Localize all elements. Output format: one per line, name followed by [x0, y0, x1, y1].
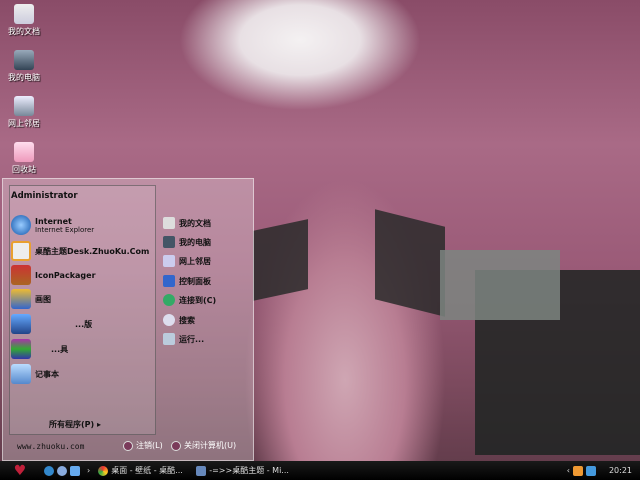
shutdown-label: 关闭计算机(U)	[184, 441, 237, 450]
start-button[interactable]: ♥	[0, 462, 40, 479]
task-button-browser[interactable]: 桌面 - 壁纸 - 桌酷...	[94, 463, 192, 478]
menu-item-media[interactable]: ...版	[11, 314, 92, 334]
item-title: ...版	[75, 319, 93, 329]
document-icon	[196, 465, 207, 476]
system-tray: ‹ 20:21	[563, 463, 640, 478]
desktop-icon-recycle-bin[interactable]: 回收站	[2, 142, 46, 175]
arrow-right-icon: ▸	[96, 420, 101, 429]
network-icon	[14, 96, 34, 116]
menu-item-winrar[interactable]: ...具	[11, 339, 68, 359]
tray-network-icon[interactable]	[585, 465, 596, 476]
logoff-label: 注销(L)	[136, 441, 163, 450]
desktop-icon-label: 网上邻居	[8, 119, 40, 128]
all-programs-label: 所有程序(P)	[49, 420, 95, 429]
internet-explorer-icon[interactable]	[44, 465, 54, 476]
item-label: 网上邻居	[179, 256, 211, 266]
menu-item-iconpackager[interactable]: IconPackager	[11, 265, 96, 285]
menu-item-network[interactable]: 网上邻居	[163, 255, 211, 267]
item-label: 我的文档	[179, 218, 211, 228]
task-button-word[interactable]: -=>>桌酷主题 - Mi...	[192, 463, 302, 478]
tray-user-icon[interactable]	[572, 465, 583, 476]
site-url: www.zhuoku.com	[17, 442, 85, 451]
bridge-rail	[375, 209, 445, 317]
item-title: ...具	[51, 344, 69, 354]
shutdown-button[interactable]: 关闭计算机(U)	[171, 440, 236, 451]
item-title: 桌酷主题Desk.ZhuoKu.Com	[35, 246, 150, 256]
show-desktop-icon[interactable]	[70, 465, 80, 476]
clock[interactable]: 20:21	[609, 466, 632, 475]
chrome-icon	[98, 465, 109, 476]
power-icon	[171, 440, 181, 451]
folder-icon	[14, 4, 34, 24]
chevron-left-icon[interactable]: ‹	[567, 466, 570, 475]
computer-icon	[14, 50, 34, 70]
taskbar: ♥ › 桌面 - 壁纸 - 桌酷... -=>>桌酷主题 - Mi... ‹ 2…	[0, 461, 640, 480]
logoff-button[interactable]: 注销(L)	[123, 440, 163, 451]
bridge-pillar	[440, 250, 560, 320]
desktop-icon-label: 我的电脑	[8, 73, 40, 82]
desktop-icon-label: 回收站	[12, 165, 36, 174]
item-label: 运行...	[179, 334, 205, 344]
item-label: 连接到(C)	[179, 295, 217, 305]
internet-explorer-icon	[11, 215, 31, 235]
iconpackager-icon	[11, 265, 31, 285]
paint-icon	[11, 289, 31, 309]
heart-start-icon: ♥	[13, 462, 27, 479]
task-label: 桌面 - 壁纸 - 桌酷...	[111, 466, 183, 475]
menu-item-my-computer[interactable]: 我的电脑	[163, 236, 211, 248]
item-title: 记事本	[35, 369, 59, 379]
recycle-bin-icon	[14, 142, 34, 162]
start-menu: Administrator Internet Internet Explorer …	[2, 178, 254, 461]
notepad-icon	[11, 364, 31, 384]
globe-icon	[163, 294, 175, 306]
zhuoku-icon	[11, 241, 31, 261]
menu-item-paint[interactable]: 画图	[11, 289, 51, 309]
search-icon	[163, 314, 175, 326]
desktop-icon-my-computer[interactable]: 我的电脑	[2, 50, 46, 83]
media-player-icon	[11, 314, 31, 334]
desktop-icon-my-documents[interactable]: 我的文档	[2, 4, 46, 37]
desktop-icon-label: 我的文档	[8, 27, 40, 36]
item-title: IconPackager	[35, 270, 96, 280]
user-name: Administrator	[11, 191, 78, 201]
all-programs-button[interactable]: 所有程序(P) ▸	[49, 419, 101, 430]
network-icon	[163, 255, 175, 267]
menu-item-connect-to[interactable]: 连接到(C)	[163, 294, 216, 306]
menu-item-control-panel[interactable]: 控制面板	[163, 275, 211, 287]
menu-item-zhuoku[interactable]: 桌酷主题Desk.ZhuoKu.Com	[11, 241, 149, 261]
menu-item-run[interactable]: 运行...	[163, 333, 204, 345]
folder-icon	[163, 217, 175, 229]
bridge-rail	[253, 219, 308, 301]
menu-item-notepad[interactable]: 记事本	[11, 364, 59, 384]
item-label: 控制面板	[179, 276, 211, 286]
menu-item-internet-explorer[interactable]: Internet Internet Explorer	[11, 215, 94, 235]
menu-item-my-documents[interactable]: 我的文档	[163, 217, 211, 229]
item-title: 画图	[35, 294, 51, 304]
logoff-icon	[123, 440, 133, 451]
task-label: -=>>桌酷主题 - Mi...	[209, 466, 289, 475]
desktop-icon-network[interactable]: 网上邻居	[2, 96, 46, 129]
run-icon	[163, 333, 175, 345]
quick-launch: ›	[40, 463, 94, 478]
item-title: Internet	[35, 216, 72, 226]
media-player-icon[interactable]	[57, 465, 67, 476]
item-subtitle: Internet Explorer	[35, 225, 95, 234]
item-label: 我的电脑	[179, 237, 211, 247]
chevron-right-icon[interactable]: ›	[87, 466, 90, 475]
winrar-icon	[11, 339, 31, 359]
computer-icon	[163, 236, 175, 248]
item-label: 搜索	[179, 315, 195, 325]
control-panel-icon	[163, 275, 175, 287]
menu-item-search[interactable]: 搜索	[163, 314, 195, 326]
